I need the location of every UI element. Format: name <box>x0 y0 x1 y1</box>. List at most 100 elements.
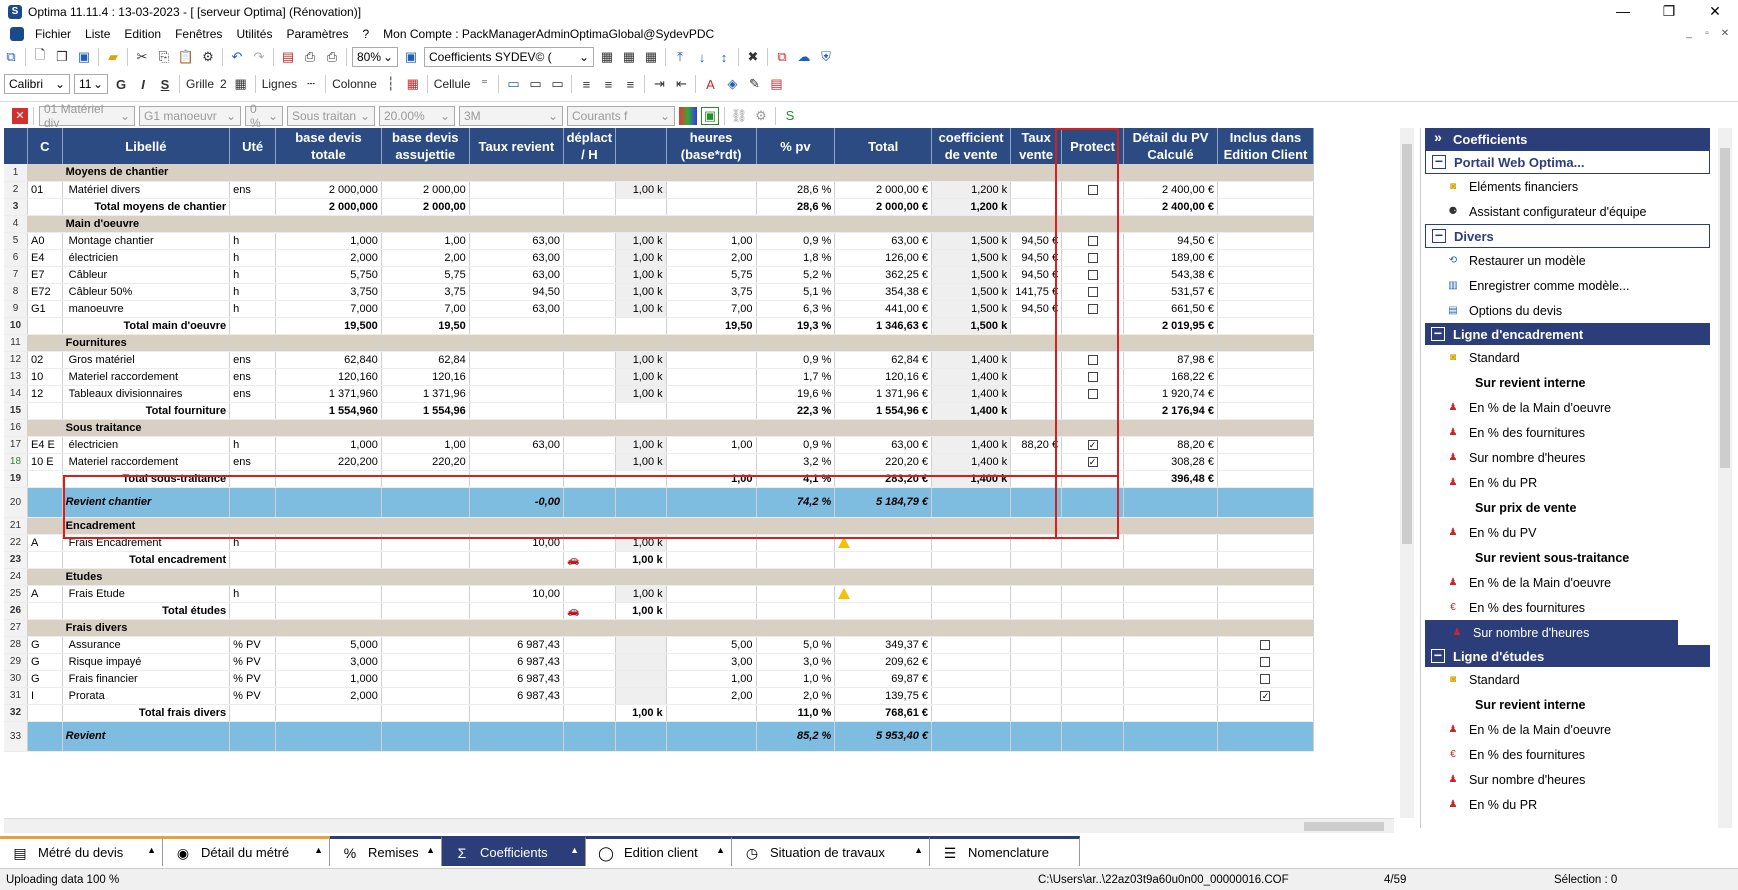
column-header[interactable]: Total <box>834 128 932 164</box>
panel-item[interactable]: ▥ Enregistrer comme modèle... <box>1421 273 1718 298</box>
cell-pv[interactable]: 0,9 % <box>756 436 836 454</box>
cell-bdt[interactable] <box>275 704 382 722</box>
cell-pv[interactable] <box>756 419 836 437</box>
tab-remises[interactable]: % Remises ▲ <box>330 836 442 866</box>
row-number[interactable]: 11 <box>4 334 28 352</box>
cell-cv[interactable] <box>931 619 1012 637</box>
cell-pv[interactable] <box>756 568 836 586</box>
rate-select[interactable]: 20.00% ⌄ <box>379 105 455 126</box>
cell-h[interactable] <box>666 551 757 569</box>
cell-u[interactable] <box>229 619 277 637</box>
cell-bdt[interactable]: 2,000 <box>275 249 382 267</box>
cell-inc[interactable] <box>1217 704 1314 722</box>
row-number[interactable]: 15 <box>4 402 28 420</box>
cell-u[interactable]: % PV <box>229 636 277 654</box>
cell-inc[interactable] <box>1217 653 1314 671</box>
cell-tv[interactable] <box>1010 534 1063 552</box>
cell-pv[interactable]: 0,9 % <box>756 232 836 250</box>
row-number[interactable]: 23 <box>4 551 28 569</box>
cell-tv[interactable] <box>1010 334 1063 352</box>
cell-dep[interactable] <box>563 487 616 518</box>
cell-u[interactable]: h <box>229 266 277 284</box>
cell-pv[interactable]: 1,0 % <box>756 670 836 688</box>
cell-h[interactable] <box>666 704 757 722</box>
cell-c[interactable]: A <box>27 585 63 603</box>
cell-inc[interactable] <box>1217 402 1314 420</box>
cell-tot[interactable] <box>834 517 932 535</box>
italic-button[interactable]: I <box>134 75 152 93</box>
cell-bda[interactable] <box>381 215 470 233</box>
cell-inc[interactable] <box>1217 568 1314 586</box>
cell-h[interactable]: 2,00 <box>666 249 757 267</box>
cell-u[interactable] <box>229 704 277 722</box>
cell-tr[interactable] <box>469 619 564 637</box>
cell-tot[interactable]: 209,62 € <box>834 653 932 671</box>
cell-k[interactable]: 1,00 k <box>615 181 667 199</box>
cell-h[interactable]: 3,75 <box>666 283 757 301</box>
cell-h[interactable] <box>666 215 757 233</box>
grid-row[interactable]: 30 G Frais financier% PV 1,000 6 987,43 1,00 1… <box>4 670 1314 688</box>
cell-h[interactable] <box>666 164 757 182</box>
grid-icon[interactable]: ▦ <box>232 75 250 93</box>
cell-c[interactable]: E7 <box>27 266 63 284</box>
cell-cv[interactable]: 1,400 k <box>931 402 1012 420</box>
column-header[interactable]: Protect <box>1061 128 1125 164</box>
cell-prot[interactable] <box>1061 283 1125 301</box>
cell-tot[interactable] <box>834 585 932 603</box>
cell-h[interactable]: 3,00 <box>666 653 757 671</box>
cell-tr[interactable] <box>469 351 564 369</box>
cell-dep[interactable] <box>563 300 616 318</box>
sous-traitance-select[interactable]: Sous traitan ⌄ <box>287 105 375 126</box>
cell-prot[interactable] <box>1061 385 1125 403</box>
grid-row[interactable]: 21 Encadrement <box>4 517 1314 535</box>
cell-c[interactable] <box>27 470 63 488</box>
grid-row[interactable]: 29 G Risque impayé% PV 3,000 6 987,43 3,00 3,0… <box>4 653 1314 671</box>
font-size-select[interactable]: 11 ⌄ <box>74 74 108 94</box>
cell-lib[interactable]: Total main d'oeuvre <box>62 317 231 335</box>
cell-bda[interactable] <box>381 551 470 569</box>
row-number[interactable]: 17 <box>4 436 28 454</box>
grid-row[interactable]: 13 10 Materiel raccordement ens 120,160 120,1… <box>4 368 1314 386</box>
checkbox-checked[interactable]: ✓ <box>1087 439 1098 450</box>
copy-icon[interactable]: ⎘ <box>155 48 173 66</box>
grid-row[interactable]: 1 Moyens de chantier <box>4 164 1314 182</box>
cell-lib[interactable]: Encadrement <box>62 517 231 535</box>
tab-m-tr-du-devis[interactable]: ▤ Métré du devis ▲ <box>0 836 163 866</box>
grid-row[interactable]: 26 Total études 🚗 1,00 k <box>4 601 1314 620</box>
row-number[interactable]: 12 <box>4 351 28 369</box>
panel-item[interactable]: ♟ En % de la Main d'oeuvre <box>1421 717 1718 742</box>
cell-prot[interactable]: ✓ <box>1061 453 1125 471</box>
cell-bdt[interactable] <box>275 164 382 182</box>
cell-c[interactable] <box>27 215 63 233</box>
cell-lib[interactable]: Câbleur 50% <box>62 283 231 301</box>
cell-inc[interactable] <box>1217 453 1314 471</box>
cell-det[interactable]: 168,22 € <box>1123 368 1218 386</box>
cell-u[interactable]: ens <box>229 368 277 386</box>
cell-k[interactable]: 1,00 k <box>615 704 667 722</box>
cell-dep[interactable] <box>563 351 616 369</box>
cell-cv[interactable]: 1,400 k <box>931 453 1012 471</box>
cell-lib[interactable]: Materiel raccordement <box>62 368 231 386</box>
cell-tot[interactable]: 120,16 € <box>834 368 932 386</box>
cell-lib[interactable]: Frais financier <box>62 670 231 688</box>
grid-row[interactable]: 22 A Frais Encadrement h 10,00 1,00 k <box>4 534 1314 552</box>
cell-u[interactable]: % PV <box>229 687 277 705</box>
cell-cv[interactable]: 1,500 k <box>931 249 1012 267</box>
cell-c[interactable]: G <box>27 653 63 671</box>
cell-bdt[interactable] <box>275 517 382 535</box>
cell-cv[interactable] <box>931 653 1012 671</box>
cell-tot[interactable]: 139,75 € <box>834 687 932 705</box>
panel-hdr2[interactable]: − Portail Web Optima... <box>1425 150 1710 174</box>
cell-h[interactable]: 1,00 <box>666 670 757 688</box>
cell-prot[interactable] <box>1061 181 1125 199</box>
cell-dep[interactable] <box>563 636 616 654</box>
cell-h[interactable] <box>666 487 757 518</box>
menu-edition[interactable]: Edition <box>117 27 168 41</box>
cell-k[interactable] <box>615 517 667 535</box>
cell-u[interactable]: h <box>229 283 277 301</box>
cell-tr[interactable] <box>469 385 564 403</box>
tab-arrow-icon[interactable]: ▲ <box>426 845 435 855</box>
cell-bdt[interactable]: 1,000 <box>275 232 382 250</box>
grid-row[interactable]: 11 Fournitures <box>4 334 1314 352</box>
cell-c[interactable]: E4 E <box>27 436 63 454</box>
